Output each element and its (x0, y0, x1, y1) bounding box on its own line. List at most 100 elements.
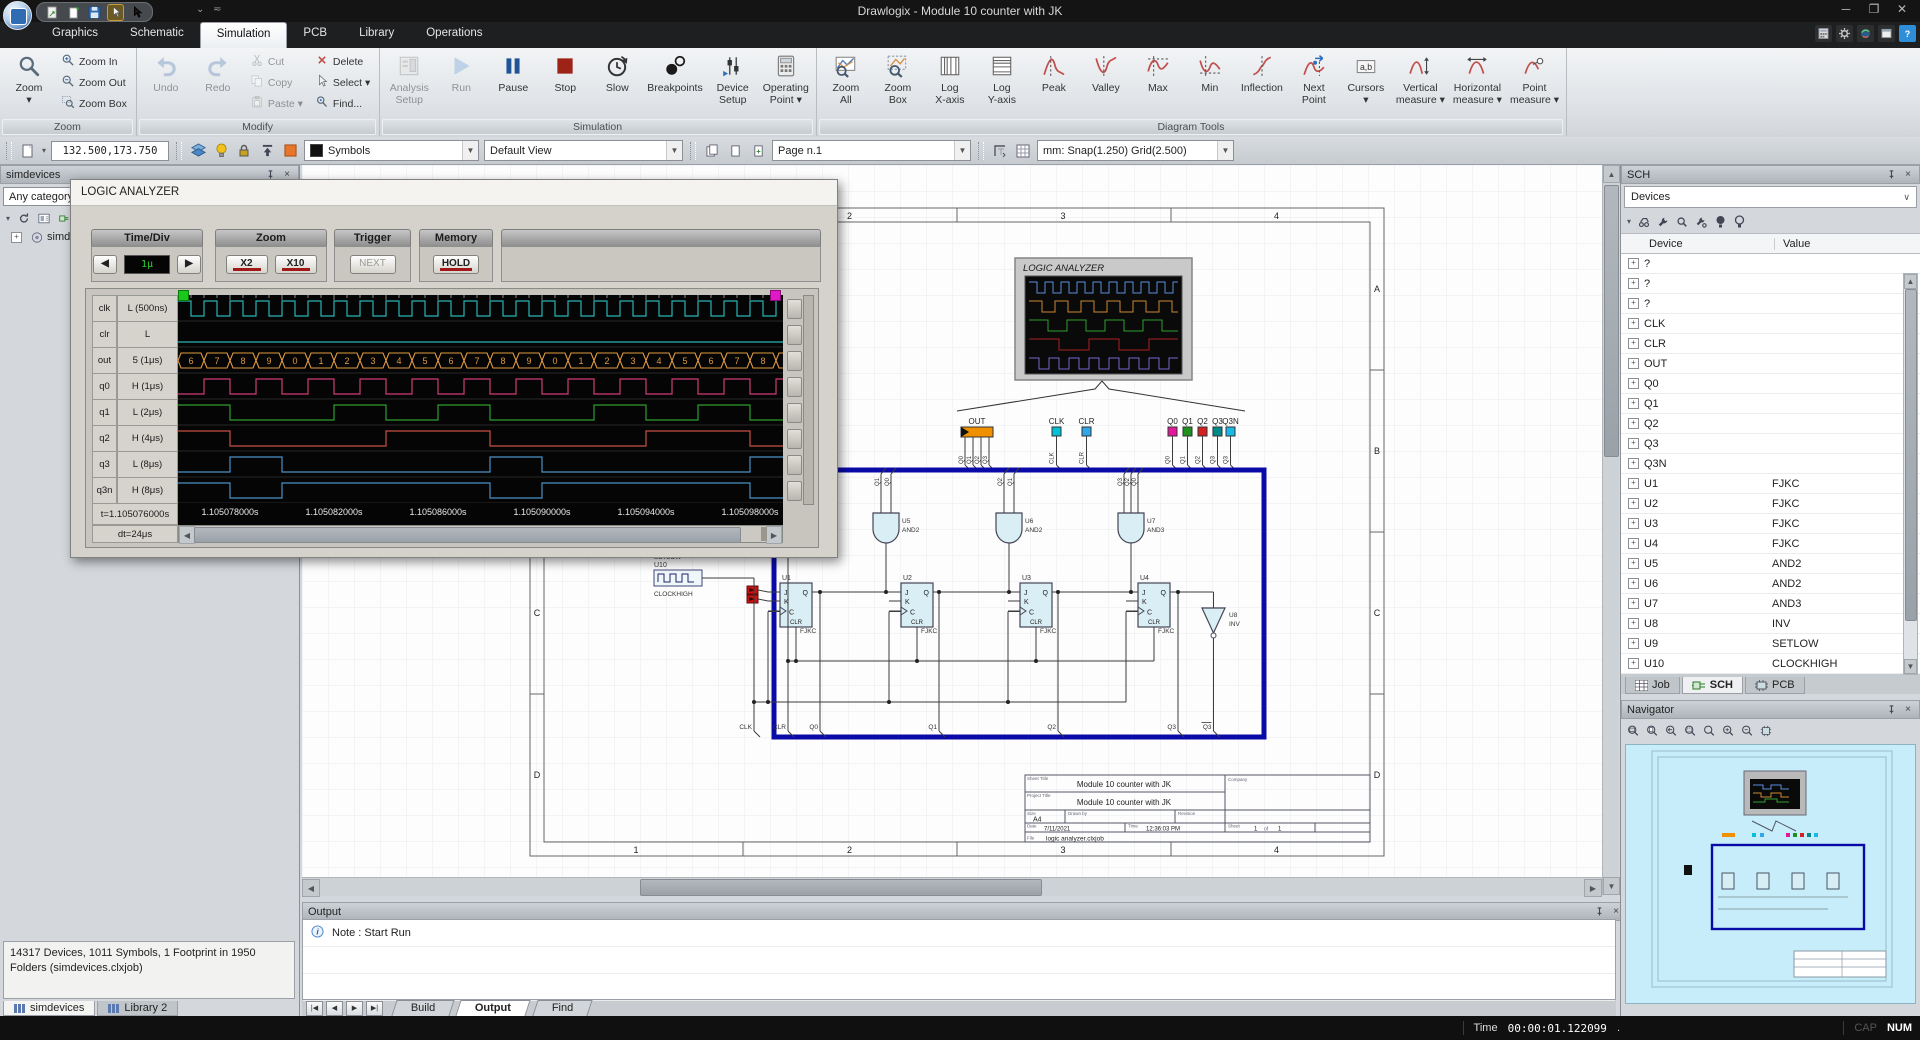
active-layer-color-swatch[interactable] (281, 142, 299, 160)
panel-tab-pcb[interactable]: PCB (1745, 677, 1805, 694)
search-tag-icon[interactable] (1676, 216, 1688, 228)
trigger-next-button[interactable]: NEXT (350, 255, 396, 274)
device-table-row[interactable]: +U3FJKC (1621, 514, 1920, 534)
peak-button[interactable]: Peak (1028, 49, 1080, 119)
output-tab-output[interactable]: Output (456, 1000, 531, 1016)
zoom-x2-button[interactable]: X2 (226, 255, 268, 274)
channel-button-clk[interactable] (787, 299, 802, 319)
duplicate-page-icon[interactable] (749, 142, 767, 160)
pin-icon[interactable] (1593, 906, 1605, 918)
new-document-icon[interactable] (66, 5, 81, 20)
cursors-button[interactable]: a,bCursors▾ (1340, 49, 1392, 119)
row-expander-icon[interactable]: + (1628, 418, 1639, 429)
run-button[interactable]: Run (435, 49, 487, 119)
row-expander-icon[interactable]: + (1628, 598, 1639, 609)
device-table-row[interactable]: +? (1621, 254, 1920, 274)
highlight-off-icon[interactable] (1733, 216, 1745, 228)
library-tab-library-2[interactable]: Library 2 (97, 1001, 178, 1016)
tree-expander-icon[interactable]: + (11, 232, 22, 243)
copy-button[interactable]: Copy (244, 72, 309, 93)
row-expander-icon[interactable]: + (1628, 558, 1639, 569)
minimize-button[interactable]: ─ (1832, 0, 1860, 19)
calculator-icon[interactable] (1815, 25, 1832, 42)
snap-icon[interactable] (991, 142, 1009, 160)
undo-button[interactable]: Undo (140, 49, 192, 119)
row-expander-icon[interactable]: + (1628, 358, 1639, 369)
row-expander-icon[interactable]: + (1628, 518, 1639, 529)
device-table-row[interactable]: +U6AND2 (1621, 574, 1920, 594)
lock-icon[interactable] (235, 142, 253, 160)
layers-icon[interactable] (189, 142, 207, 160)
copy-page-icon[interactable] (703, 142, 721, 160)
zoom-all-button[interactable]: ZoomAll (820, 49, 872, 119)
device-table-row[interactable]: +U5AND2 (1621, 554, 1920, 574)
device-table-row[interactable]: +CLR (1621, 334, 1920, 354)
inflection-button[interactable]: Inflection (1236, 49, 1288, 119)
close-icon[interactable]: × (1902, 704, 1914, 716)
fix-tool-icon[interactable] (1695, 216, 1707, 228)
annotate-icon[interactable] (1638, 216, 1650, 228)
scroll-left-icon[interactable]: ◀ (302, 879, 320, 897)
waveform-area[interactable]: 67890123456789012345678 (178, 295, 783, 503)
next-point-button[interactable]: NextPoint (1288, 49, 1340, 119)
operating-point-button[interactable]: OperatingPoint ▾ (759, 49, 813, 119)
device-table-row[interactable]: +Q1 (1621, 394, 1920, 414)
combo-dropdown-icon[interactable]: ∨ (1903, 192, 1910, 203)
output-log-row[interactable]: i Note : Start Run (303, 920, 1615, 947)
select-cursor-icon[interactable] (108, 5, 123, 20)
horizontal-measure-button[interactable]: Horizontalmeasure ▾ (1449, 49, 1506, 119)
device-table-row[interactable]: +Q2 (1621, 414, 1920, 434)
settings-gear-icon[interactable] (1836, 25, 1853, 42)
channel-button-q1[interactable] (787, 403, 802, 423)
quickbar-customize-icon[interactable]: ⌄ ≂ (196, 4, 225, 15)
navigator-thumbnail[interactable] (1625, 744, 1916, 1004)
export-document-icon[interactable] (45, 5, 60, 20)
select-button[interactable]: Select ▾ (309, 72, 376, 93)
channel-button-q3[interactable] (787, 455, 802, 475)
output-tab-build[interactable]: Build (391, 1000, 455, 1016)
symbol-plug-icon[interactable] (58, 212, 70, 224)
device-table-row[interactable]: +Q0 (1621, 374, 1920, 394)
channel-button-clr[interactable] (787, 325, 802, 345)
log-y-axis-button[interactable]: LogY-axis (976, 49, 1028, 119)
scroll-right-icon[interactable]: ▶ (766, 526, 782, 544)
devices-combo[interactable]: Devices ∨ (1624, 186, 1917, 208)
zoom-page-icon[interactable] (1646, 725, 1658, 737)
zoom-out-button[interactable]: Zoom Out (55, 72, 133, 93)
page-combo[interactable]: Page n.1▼ (772, 140, 971, 161)
combo-dropdown-icon[interactable]: ▼ (1217, 141, 1233, 160)
row-expander-icon[interactable]: + (1628, 378, 1639, 389)
find-button[interactable]: Find... (309, 93, 376, 114)
combo-dropdown-icon[interactable]: ▼ (954, 141, 970, 160)
row-expander-icon[interactable]: + (1628, 498, 1639, 509)
start-marker[interactable] (178, 290, 189, 301)
canvas-vertical-scrollbar[interactable]: ▲ ▼ (1602, 165, 1619, 895)
device-table-row[interactable]: +OUT (1621, 354, 1920, 374)
component-icon[interactable] (1760, 725, 1772, 737)
channel-button-q0[interactable] (787, 377, 802, 397)
library-tab-simdevices[interactable]: simdevices (3, 1001, 95, 1016)
highlight-on-icon[interactable] (1714, 216, 1726, 228)
pin-icon[interactable] (1885, 169, 1897, 181)
toolbar-caret-icon[interactable]: ▾ (1627, 217, 1631, 226)
zoom-box-button[interactable]: Zoom Box (55, 93, 133, 114)
delete-button[interactable]: Delete (309, 51, 376, 72)
device-setup-button[interactable]: DeviceSetup (707, 49, 759, 119)
channel-button-q2[interactable] (787, 429, 802, 449)
device-table-row[interactable]: +U2FJKC (1621, 494, 1920, 514)
end-marker[interactable] (770, 290, 781, 301)
paste-button[interactable]: Paste ▾ (244, 93, 309, 114)
valley-button[interactable]: Valley (1080, 49, 1132, 119)
row-expander-icon[interactable]: + (1628, 398, 1639, 409)
wrench-icon[interactable] (1657, 216, 1669, 228)
zoom-selection-icon[interactable] (1684, 725, 1696, 737)
memory-hold-button[interactable]: HOLD (433, 255, 479, 274)
first-tab-icon[interactable]: |◀ (306, 1001, 323, 1016)
tab-schematic[interactable]: Schematic (114, 22, 200, 48)
vertical-measure-button[interactable]: Verticalmeasure ▾ (1392, 49, 1449, 119)
panel-tab-sch[interactable]: SCH (1682, 677, 1743, 694)
log-x-axis-button[interactable]: LogX-axis (924, 49, 976, 119)
last-tab-icon[interactable]: ▶| (366, 1001, 383, 1016)
move-to-top-icon[interactable] (258, 142, 276, 160)
row-expander-icon[interactable]: + (1628, 338, 1639, 349)
